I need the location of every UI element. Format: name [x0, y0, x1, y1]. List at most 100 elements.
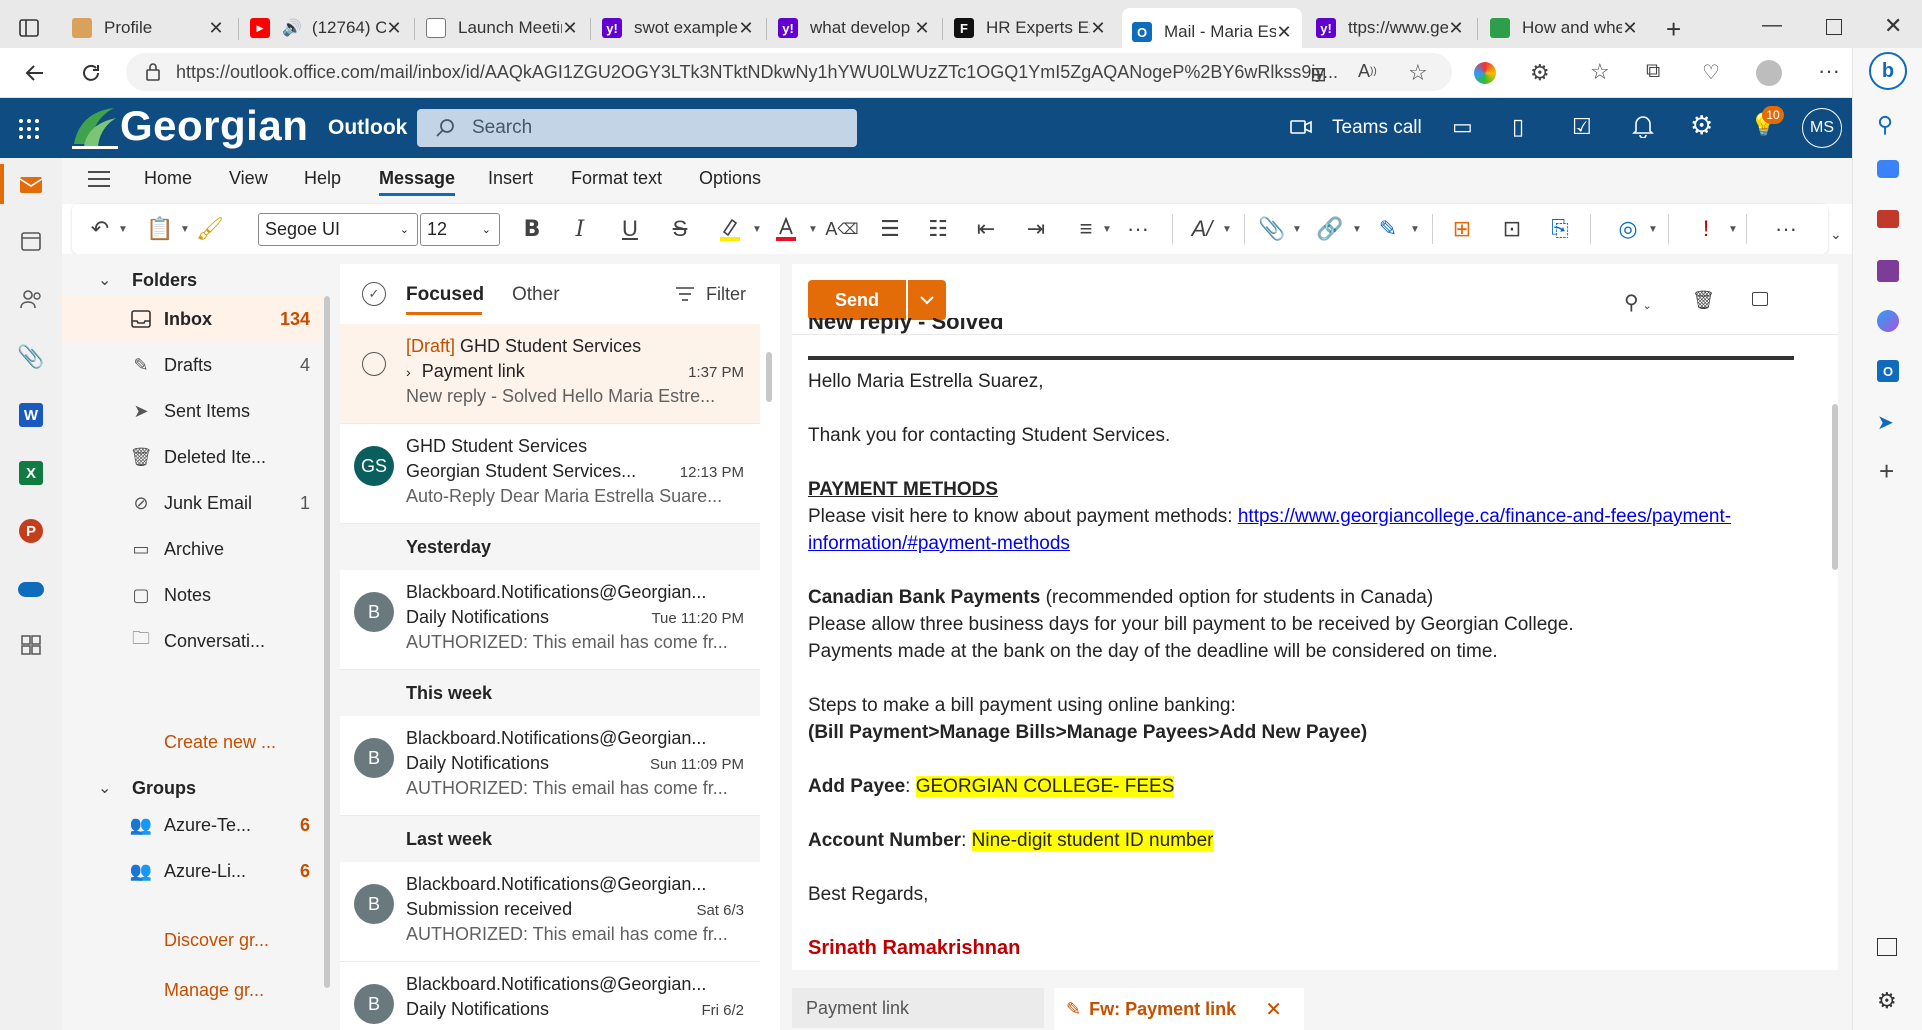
minimize-icon[interactable]: — [1762, 14, 1782, 37]
extension-color-icon[interactable] [1474, 62, 1496, 84]
list-item[interactable]: B Blackboard.Notifications@Georgian... D… [340, 716, 760, 816]
ribbon-collapse-chevron-icon[interactable]: ⌄ [1830, 226, 1842, 243]
underline-icon[interactable]: U [616, 215, 644, 243]
discover-groups-link[interactable]: Discover gr... [164, 930, 269, 951]
tab-help[interactable]: Help [304, 168, 341, 189]
outlook-sidebar-icon[interactable]: O [1877, 360, 1899, 382]
avatar[interactable]: MS [1802, 108, 1842, 148]
search-sidebar-icon[interactable]: ⚲ [1877, 112, 1893, 138]
browser-tab[interactable]: y! swot example ✕ [592, 8, 764, 48]
strikethrough-icon[interactable]: S [666, 215, 694, 243]
teams-call-label[interactable]: Teams call [1332, 117, 1422, 139]
italic-icon[interactable]: I [566, 215, 594, 243]
editor-icon[interactable]: ◎ [1614, 215, 1642, 243]
microsoft365-icon[interactable] [1877, 310, 1899, 332]
select-all-circle-icon[interactable]: ✓ [362, 282, 386, 306]
reading-pane-scrollbar[interactable] [1832, 404, 1838, 570]
favorite-star-icon[interactable]: ☆ [1408, 60, 1428, 86]
importance-icon[interactable]: ! [1692, 215, 1720, 243]
word-document-icon[interactable]: ▯ [1512, 114, 1524, 140]
excel-app-icon[interactable]: X [16, 458, 46, 488]
browser-tab[interactable]: y! what develop ✕ [768, 8, 940, 48]
close-tab-icon[interactable]: ✕ [1090, 18, 1106, 39]
video-camera-icon[interactable] [1290, 118, 1312, 136]
favorites-icon[interactable]: ☆ [1590, 59, 1610, 85]
tab-focused[interactable]: Focused [406, 284, 484, 306]
tab-format-text[interactable]: Format text [571, 168, 662, 189]
font-color-icon[interactable] [772, 215, 800, 243]
pop-out-icon[interactable] [1752, 292, 1768, 306]
select-circle-icon[interactable] [362, 352, 386, 376]
tasks-icon[interactable]: ☑ [1572, 114, 1592, 140]
filter-button[interactable]: Filter [706, 284, 746, 305]
hamburger-menu-icon[interactable] [88, 170, 110, 188]
address-bar[interactable]: https://outlook.office.com/mail/inbox/id… [126, 53, 1452, 91]
attachment-icon[interactable]: 📎 [16, 342, 46, 372]
payment-methods-link[interactable]: https://www.georgiancollege.ca/finance-a… [1238, 506, 1731, 527]
discard-trash-icon[interactable]: 🗑 [1692, 290, 1715, 311]
payment-methods-link-cont[interactable]: information/#payment-methods [808, 533, 1070, 554]
bell-icon[interactable] [1632, 114, 1654, 138]
align-icon[interactable]: ≡ [1072, 215, 1100, 243]
settings-gear-icon[interactable]: ⚙ [1690, 110, 1713, 141]
zoom-icon[interactable]: ⚲ ⌄ [1624, 290, 1652, 315]
close-tab-icon[interactable]: ✕ [1276, 22, 1292, 43]
manage-groups-link[interactable]: Manage gr... [164, 980, 264, 1001]
tab-home[interactable]: Home [144, 168, 192, 189]
link-icon[interactable]: 🔗 [1316, 215, 1344, 243]
send-button[interactable]: Send [808, 280, 906, 320]
signature-icon[interactable]: ✎ [1374, 215, 1402, 243]
font-family-select[interactable]: Segoe UI ⌄ [258, 213, 418, 246]
word-app-icon[interactable]: W [16, 400, 46, 430]
bullets-icon[interactable]: ☰ [876, 215, 904, 243]
tab-insert[interactable]: Insert [488, 168, 533, 189]
calendar-icon[interactable] [16, 226, 46, 256]
browser-tab[interactable]: ▶ 🔊 (12764) C ✕ [240, 8, 412, 48]
games-icon[interactable] [1877, 260, 1899, 282]
restore-icon[interactable] [1826, 19, 1842, 35]
new-tab-icon[interactable]: + [1666, 14, 1681, 45]
folder-conversation-history[interactable]: 🗀 Conversati... [62, 618, 322, 664]
tab-message[interactable]: Message [379, 168, 456, 196]
loop-component-icon[interactable]: ⎘ [1546, 215, 1574, 243]
close-tab-icon[interactable]: ✕ [1448, 18, 1464, 39]
apps-grid-icon[interactable]: ⊞ [1448, 215, 1476, 243]
group-item[interactable]: 👥 Azure-Li... 6 [62, 848, 322, 894]
mail-icon[interactable] [16, 170, 46, 200]
close-tab-icon[interactable]: ✕ [914, 18, 930, 39]
extensions-icon[interactable]: ⚙ [1530, 60, 1550, 86]
send-options-chevron-icon[interactable] [908, 280, 946, 320]
highlight-icon[interactable] [716, 215, 744, 243]
browser-essentials-icon[interactable]: ♡ [1702, 60, 1720, 85]
close-tab-icon[interactable]: ✕ [208, 18, 224, 39]
more-formatting-icon[interactable]: ··· [1124, 215, 1152, 243]
close-tab-icon[interactable]: ✕ [1622, 18, 1638, 39]
quick-parts-icon[interactable]: ⊡ [1498, 215, 1526, 243]
group-item[interactable]: 👥 Azure-Te... 6 [62, 802, 322, 848]
list-item[interactable]: B Blackboard.Notifications@Georgian... D… [340, 962, 760, 1030]
browser-tab[interactable]: Profile ✕ [62, 8, 234, 48]
paste-clipboard-icon[interactable]: 📋 [146, 215, 174, 243]
folder-inbox[interactable]: Inbox 134 [62, 296, 322, 342]
speaker-icon[interactable]: 🔊 [282, 18, 302, 38]
collections-icon[interactable]: ⧉ [1646, 60, 1660, 83]
add-sidebar-icon[interactable]: + [1879, 456, 1894, 487]
app-launcher-icon[interactable] [18, 118, 40, 140]
folder-sent-items[interactable]: ➤ Sent Items [62, 388, 322, 434]
folder-notes[interactable]: ▢ Notes [62, 572, 322, 618]
list-item-selected[interactable]: [Draft] GHD Student Services › Payment l… [340, 324, 760, 424]
send-icon[interactable]: ➤ [1877, 410, 1894, 435]
list-item[interactable]: B Blackboard.Notifications@Georgian... S… [340, 862, 760, 962]
tab-actions-icon[interactable] [18, 17, 40, 39]
app-name[interactable]: Outlook [328, 116, 407, 140]
close-tab-icon[interactable]: ✕ [738, 18, 754, 39]
draft-tab-active[interactable]: ✎ Fw: Payment link ✕ [1054, 988, 1304, 1030]
tab-other[interactable]: Other [512, 284, 560, 306]
browser-tab[interactable]: y! ttps://www.ge ✕ [1306, 8, 1474, 48]
ribbon-overflow-icon[interactable]: ··· [1772, 215, 1800, 243]
browser-tab[interactable]: F HR Experts Exp ✕ [944, 8, 1116, 48]
folder-drafts[interactable]: ✎ Drafts 4 [62, 342, 322, 388]
folder-deleted-items[interactable]: 🗑 Deleted Ite... [62, 434, 322, 480]
more-apps-icon[interactable] [16, 630, 46, 660]
folder-junk-email[interactable]: ⊘ Junk Email 1 [62, 480, 322, 526]
